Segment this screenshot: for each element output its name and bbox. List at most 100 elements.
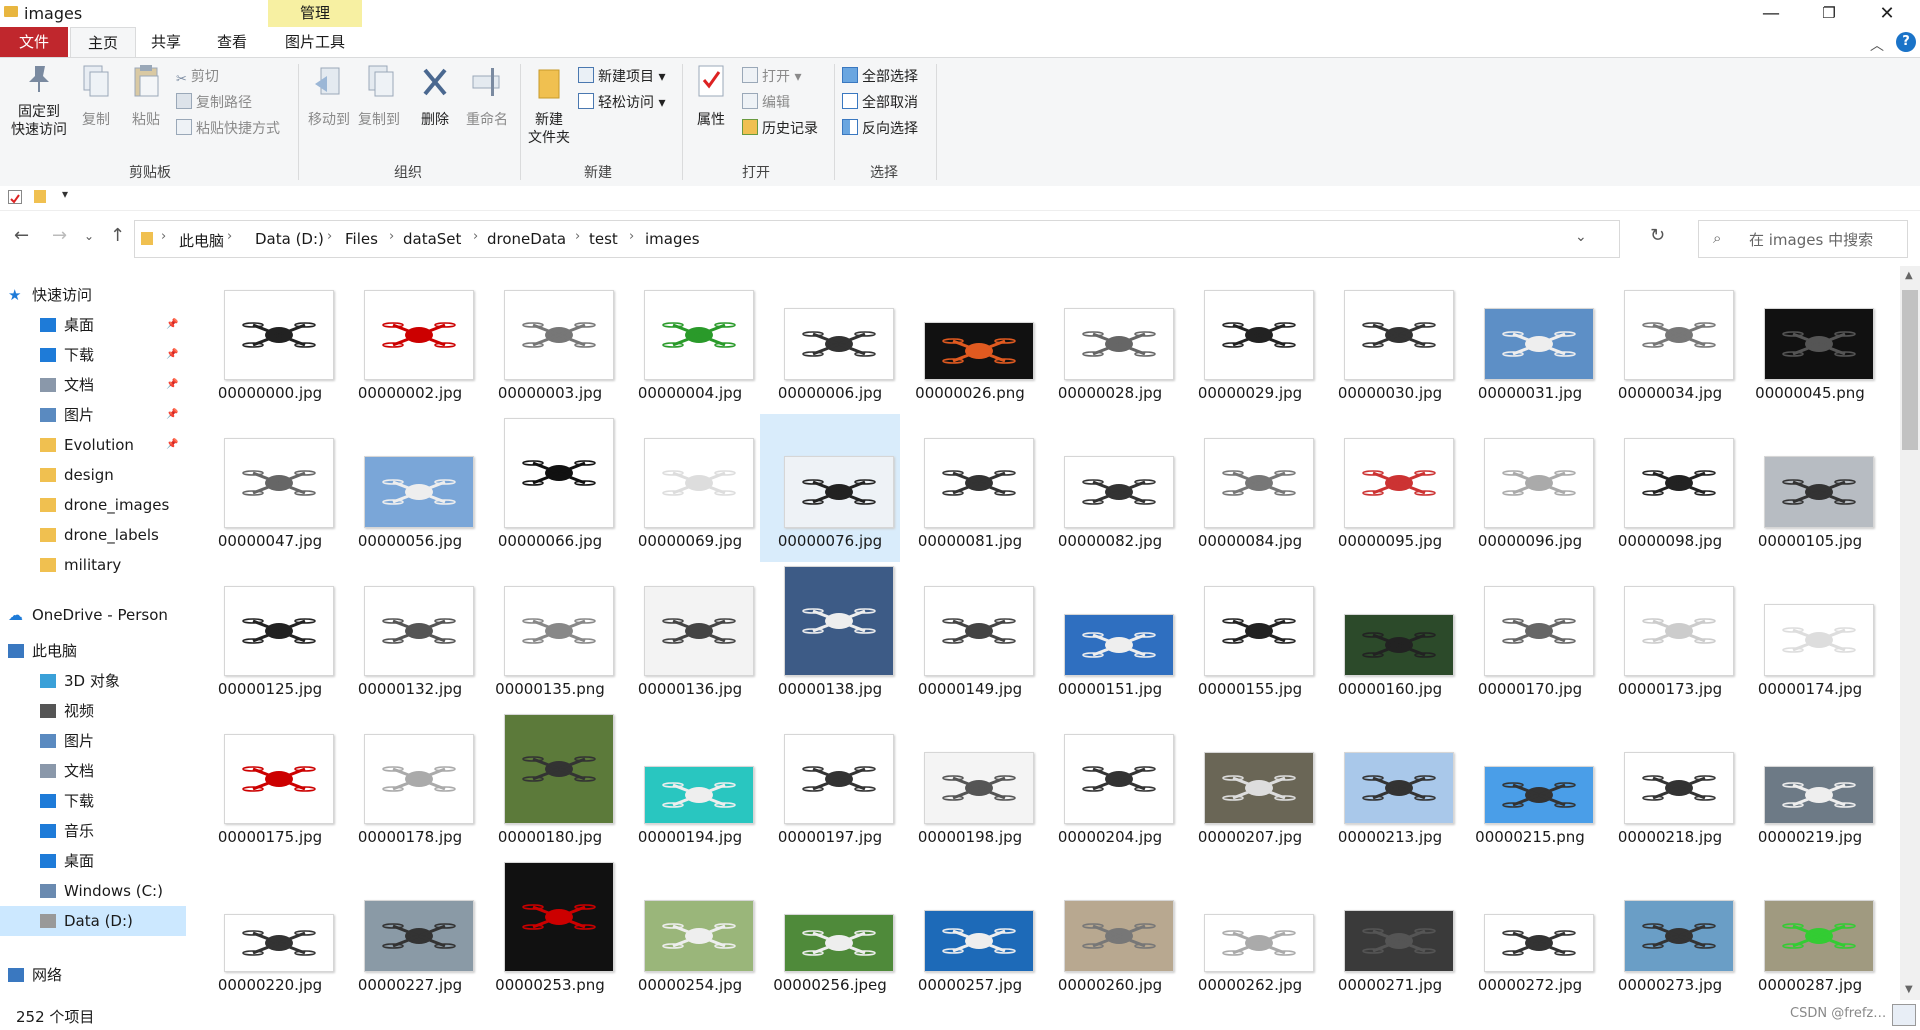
open-button[interactable]: 打开 ▾: [742, 66, 801, 88]
file-item[interactable]: 00000084.jpg: [1180, 414, 1320, 562]
nav-quick-item[interactable]: military: [0, 550, 186, 580]
tab-file[interactable]: 文件: [0, 27, 68, 57]
file-item[interactable]: 00000045.png: [1740, 266, 1880, 414]
file-item[interactable]: 00000003.jpg: [480, 266, 620, 414]
nav-pc-item[interactable]: 音乐: [0, 816, 186, 846]
file-item[interactable]: 00000066.jpg: [480, 414, 620, 562]
nav-this-pc[interactable]: 此电脑: [0, 636, 186, 666]
file-item[interactable]: 00000218.jpg: [1600, 710, 1740, 858]
nav-network[interactable]: 网络: [0, 960, 186, 990]
breadcrumb-data-d[interactable]: Data (D:): [255, 230, 324, 248]
nav-pc-item[interactable]: 视频: [0, 696, 186, 726]
copy-path-button[interactable]: 复制路径: [176, 92, 252, 114]
file-item[interactable]: 00000253.png: [480, 858, 620, 1000]
nav-quick-item[interactable]: 桌面 📌: [0, 310, 186, 340]
file-item[interactable]: 00000254.jpg: [620, 858, 760, 1000]
recent-dropdown-icon[interactable]: ⌄: [84, 229, 94, 243]
minimize-button[interactable]: —: [1742, 0, 1800, 27]
new-folder-button[interactable]: 新建 文件夹: [524, 62, 574, 147]
file-item[interactable]: 00000204.jpg: [1040, 710, 1180, 858]
file-item[interactable]: 00000149.jpg: [900, 562, 1040, 710]
file-item[interactable]: 00000081.jpg: [900, 414, 1040, 562]
file-item[interactable]: 00000180.jpg: [480, 710, 620, 858]
close-button[interactable]: ✕: [1858, 0, 1916, 27]
nav-quick-item[interactable]: 下载 📌: [0, 340, 186, 370]
nav-quick-item[interactable]: 文档 📌: [0, 370, 186, 400]
select-all-button[interactable]: 全部选择: [842, 66, 918, 88]
select-none-button[interactable]: 全部取消: [842, 92, 918, 114]
nav-quick-item[interactable]: drone_labels: [0, 520, 186, 550]
rename-button[interactable]: 重命名: [460, 62, 514, 129]
file-item[interactable]: 00000197.jpg: [760, 710, 900, 858]
nav-pc-item[interactable]: 文档: [0, 756, 186, 786]
file-item[interactable]: 00000096.jpg: [1460, 414, 1600, 562]
refresh-icon[interactable]: ↻: [1650, 225, 1665, 246]
breadcrumb-this-pc[interactable]: 此电脑: [179, 230, 224, 251]
delete-button[interactable]: 删除: [412, 62, 458, 129]
new-folder-small-icon[interactable]: [34, 190, 46, 203]
tab-view[interactable]: 查看: [204, 27, 260, 57]
file-item[interactable]: 00000170.jpg: [1460, 562, 1600, 710]
file-item[interactable]: 00000136.jpg: [620, 562, 760, 710]
file-item[interactable]: 00000006.jpg: [760, 266, 900, 414]
file-item[interactable]: 00000155.jpg: [1180, 562, 1320, 710]
scroll-down-icon[interactable]: ▼: [1905, 984, 1913, 995]
breadcrumb-dataset[interactable]: dataSet: [403, 230, 461, 248]
nav-pc-item[interactable]: Windows (C:): [0, 876, 186, 906]
file-item[interactable]: 00000256.jpeg: [760, 858, 900, 1000]
file-item[interactable]: 00000271.jpg: [1320, 858, 1460, 1000]
paste-button[interactable]: 粘贴: [124, 62, 168, 129]
file-item[interactable]: 00000260.jpg: [1040, 858, 1180, 1000]
qat-dropdown-icon[interactable]: ▾: [62, 187, 68, 201]
file-item[interactable]: 00000000.jpg: [200, 266, 340, 414]
search-box[interactable]: ⌕ 在 images 中搜索: [1698, 220, 1908, 258]
copy-to-button[interactable]: 复制到: [354, 62, 404, 129]
nav-onedrive[interactable]: ☁ OneDrive - Person: [0, 600, 186, 630]
file-item[interactable]: 00000028.jpg: [1040, 266, 1180, 414]
file-item[interactable]: 00000047.jpg: [200, 414, 340, 562]
file-item[interactable]: 00000138.jpg: [760, 562, 900, 710]
history-button[interactable]: 历史记录: [742, 118, 818, 140]
address-bar[interactable]: › 此电脑 › Data (D:) › Files › dataSet › dr…: [134, 220, 1620, 258]
invert-selection-button[interactable]: 反向选择: [842, 118, 918, 140]
file-item[interactable]: 00000215.png: [1460, 710, 1600, 858]
nav-quick-item[interactable]: drone_images: [0, 490, 186, 520]
scroll-up-icon[interactable]: ▲: [1905, 270, 1913, 281]
easy-access-button[interactable]: 轻松访问 ▾: [578, 92, 665, 114]
maximize-button[interactable]: ❐: [1800, 0, 1858, 27]
file-item[interactable]: 00000031.jpg: [1460, 266, 1600, 414]
file-item[interactable]: 00000160.jpg: [1320, 562, 1460, 710]
up-arrow-icon[interactable]: ↑: [110, 225, 125, 246]
file-item[interactable]: 00000207.jpg: [1180, 710, 1320, 858]
file-item[interactable]: 00000125.jpg: [200, 562, 340, 710]
file-item[interactable]: 00000175.jpg: [200, 710, 340, 858]
paste-shortcut-button[interactable]: 粘贴快捷方式: [176, 118, 280, 140]
file-item[interactable]: 00000213.jpg: [1320, 710, 1460, 858]
nav-quick-access[interactable]: ★ 快速访问: [0, 280, 186, 310]
breadcrumb-files[interactable]: Files: [345, 230, 378, 248]
file-item[interactable]: 00000098.jpg: [1600, 414, 1740, 562]
address-dropdown-icon[interactable]: ⌄: [1575, 229, 1587, 245]
move-to-button[interactable]: 移动到: [304, 62, 354, 129]
tab-share[interactable]: 共享: [138, 27, 194, 57]
file-item[interactable]: 00000262.jpg: [1180, 858, 1320, 1000]
file-item[interactable]: 00000076.jpg: [760, 414, 900, 562]
help-icon[interactable]: ?: [1896, 32, 1916, 52]
nav-quick-item[interactable]: design: [0, 460, 186, 490]
collapse-ribbon-icon[interactable]: ︿: [1870, 35, 1884, 55]
copy-button[interactable]: 复制: [74, 62, 118, 129]
nav-pc-item[interactable]: 桌面: [0, 846, 186, 876]
file-item[interactable]: 00000105.jpg: [1740, 414, 1880, 562]
file-item[interactable]: 00000273.jpg: [1600, 858, 1740, 1000]
file-item[interactable]: 00000178.jpg: [340, 710, 480, 858]
file-item[interactable]: 00000004.jpg: [620, 266, 760, 414]
scrollbar-thumb[interactable]: [1902, 290, 1918, 450]
nav-pc-item[interactable]: 3D 对象: [0, 666, 186, 696]
new-item-button[interactable]: 新建项目 ▾: [578, 66, 665, 88]
file-item[interactable]: 00000034.jpg: [1600, 266, 1740, 414]
back-arrow-icon[interactable]: ←: [14, 225, 29, 246]
file-item[interactable]: 00000257.jpg: [900, 858, 1040, 1000]
edit-button[interactable]: 编辑: [742, 92, 790, 114]
file-item[interactable]: 00000227.jpg: [340, 858, 480, 1000]
thumbnail-view-icon[interactable]: [1892, 1004, 1916, 1026]
